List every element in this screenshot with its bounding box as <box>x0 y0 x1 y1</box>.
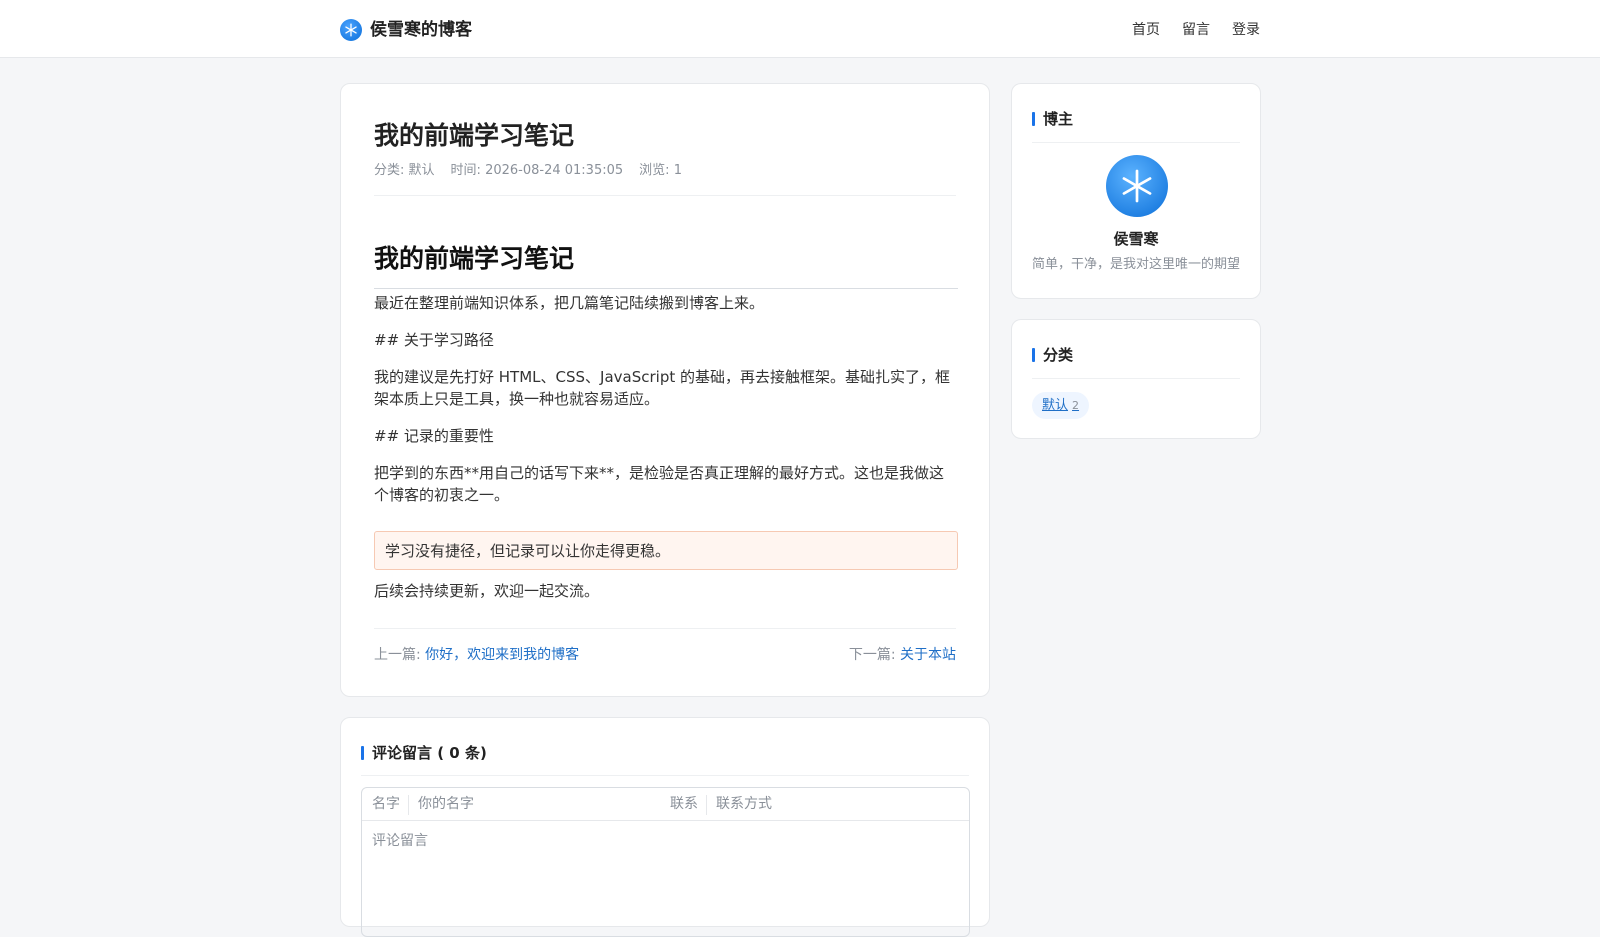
prev-post-label: 上一篇: <box>374 647 421 663</box>
blogger-card: 博主 侯雪寒 简单，干净，是我对这里唯一的期望 <box>1011 83 1261 299</box>
avatar <box>1106 155 1168 217</box>
content-paragraph: 把学到的东西**用自己的话写下来**，是检验是否真正理解的最好方式。这也是我做这… <box>374 462 958 506</box>
meta-category: 分类: 默认 <box>374 159 435 178</box>
nav-home-link[interactable]: 首页 <box>1132 18 1160 42</box>
site-brand[interactable]: 侯雪寒的博客 <box>340 18 472 42</box>
category-card: 分类 默认 2 <box>1011 319 1261 439</box>
content-blockquote: 学习没有捷径，但记录可以让你走得更稳。 <box>374 531 958 570</box>
category-heading: 分类 <box>1032 344 1073 365</box>
blogger-heading: 博主 <box>1032 108 1073 129</box>
meta-views: 浏览: 1 <box>639 159 682 178</box>
content-paragraph-text: ## 记录的重要性 <box>374 427 494 445</box>
contact-input[interactable]: 联系方式 <box>716 788 956 821</box>
comments-card: 评论留言 ( 0 条) 名字 你的名字 联系 联系方式 评论留言 <box>340 717 990 937</box>
field-separator <box>706 795 707 815</box>
category-tag-default[interactable]: 默认 2 <box>1032 392 1090 419</box>
category-divider <box>1032 378 1240 379</box>
meta-time-label: 时间: <box>450 163 481 178</box>
comments-heading-text: 评论留言 ( 0 条) <box>372 744 487 762</box>
main-nav: 首页 留言 登录 <box>1132 18 1260 42</box>
category-tag-count: 2 <box>1072 399 1080 412</box>
blogger-divider <box>1032 142 1240 143</box>
nav-login-link[interactable]: 登录 <box>1232 18 1260 42</box>
meta-views-value: 1 <box>673 163 682 178</box>
blogger-name: 侯雪寒 <box>1113 230 1159 248</box>
top-navbar: 侯雪寒的博客 首页 留言 登录 <box>0 0 1600 58</box>
comment-form-fields-row: 名字 你的名字 联系 联系方式 <box>362 788 969 821</box>
meta-time-value: 2026-08-24 01:35:05 <box>485 163 624 178</box>
article-card: 我的前端学习笔记 分类: 默认 时间: 2026-08-24 01:35:05 … <box>340 83 990 697</box>
comment-textarea[interactable]: 评论留言 <box>372 830 428 850</box>
comments-divider <box>361 775 969 776</box>
article-footer-divider <box>374 628 956 629</box>
meta-views-label: 浏览: <box>639 163 670 178</box>
content-paragraph: ## 关于学习路径 <box>374 329 958 351</box>
content-paragraph-text: 把学到的东西**用自己的话写下来**，是检验是否真正理解的最好方式。这也是我做这… <box>374 464 945 504</box>
blogger-motto: 简单，干净，是我对这里唯一的期望 <box>1031 257 1240 272</box>
section-accent-bar <box>1032 347 1035 362</box>
comments-heading: 评论留言 ( 0 条) <box>361 742 487 763</box>
blogger-heading-text: 博主 <box>1043 110 1074 128</box>
article-header-divider <box>374 195 956 196</box>
article-meta: 分类: 默认 时间: 2026-08-24 01:35:05 浏览: 1 <box>374 159 682 178</box>
prev-post: 上一篇: 你好，欢迎来到我的博客 <box>374 645 579 665</box>
contact-label: 联系 <box>670 796 698 812</box>
snowflake-avatar-icon <box>1122 169 1152 203</box>
content-paragraph: 后续会持续更新，欢迎一起交流。 <box>374 580 958 602</box>
next-post-link[interactable]: 关于本站 <box>900 647 956 663</box>
content-paragraph-text: ## 关于学习路径 <box>374 331 494 349</box>
post-navigation: 上一篇: 你好，欢迎来到我的博客 下一篇: 关于本站 <box>374 645 956 665</box>
article-title: 我的前端学习笔记 <box>374 121 575 150</box>
prev-post-link[interactable]: 你好，欢迎来到我的博客 <box>425 647 579 663</box>
category-heading-text: 分类 <box>1043 346 1074 364</box>
meta-category-value: 默认 <box>408 163 435 178</box>
next-post-label: 下一篇: <box>848 647 896 663</box>
content-paragraph-text: 最近在整理前端知识体系，把几篇笔记陆续搬到博客上来。 <box>374 294 765 312</box>
name-input[interactable]: 你的名字 <box>418 788 658 821</box>
snowflake-logo-icon <box>340 19 362 41</box>
category-tag-name: 默认 <box>1042 398 1069 413</box>
content-paragraph-text: 我的建议是先打好 HTML、CSS、JavaScript 的基础，再去接触框架。… <box>374 368 950 408</box>
comment-form: 名字 你的名字 联系 联系方式 评论留言 <box>361 787 970 937</box>
name-label: 名字 <box>372 796 400 812</box>
content-paragraph: 最近在整理前端知识体系，把几篇笔记陆续搬到博客上来。 <box>374 292 958 314</box>
section-accent-bar <box>361 745 364 760</box>
meta-category-label: 分类: <box>374 163 405 178</box>
section-accent-bar <box>1032 111 1035 126</box>
content-paragraph: ## 记录的重要性 <box>374 425 958 447</box>
content-heading: 我的前端学习笔记 <box>374 241 958 289</box>
nav-guestbook-link[interactable]: 留言 <box>1182 18 1210 42</box>
meta-time: 时间: 2026-08-24 01:35:05 <box>451 159 624 178</box>
content-paragraph-text: 后续会持续更新，欢迎一起交流。 <box>374 582 600 600</box>
field-separator <box>408 795 409 815</box>
content-paragraph: 我的建议是先打好 HTML、CSS、JavaScript 的基础，再去接触框架。… <box>374 366 958 410</box>
next-post: 下一篇: 关于本站 <box>849 645 956 665</box>
site-title: 侯雪寒的博客 <box>370 20 472 40</box>
